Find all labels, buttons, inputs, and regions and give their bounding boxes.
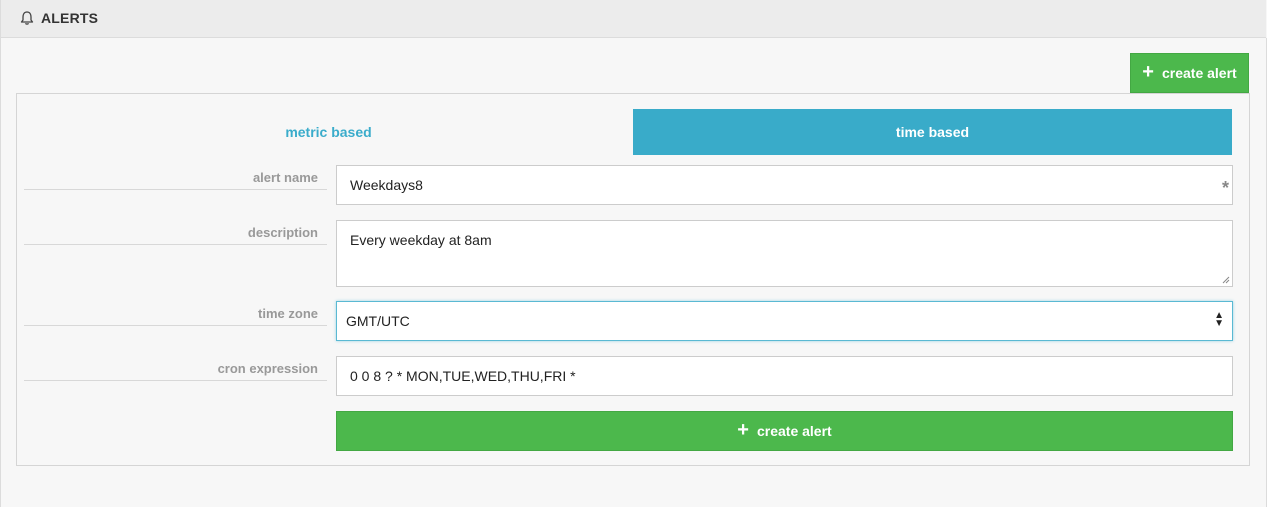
cron-expression-value: 0 0 8 ? * MON,TUE,WED,THU,FRI *	[350, 368, 576, 384]
divider	[24, 325, 327, 326]
create-alert-submit-label: create alert	[756, 423, 832, 439]
cron-expression-input[interactable]: 0 0 8 ? * MON,TUE,WED,THU,FRI *	[336, 356, 1233, 396]
bell-icon	[20, 11, 34, 25]
divider	[24, 244, 327, 245]
create-alert-label: create alert	[1161, 65, 1237, 81]
divider	[24, 189, 327, 190]
resize-handle-icon[interactable]	[1222, 276, 1230, 284]
tab-metric-based[interactable]: metric based	[24, 109, 633, 155]
time-zone-label: time zone	[258, 306, 318, 321]
create-alert-button[interactable]: + create alert	[336, 411, 1233, 451]
plus-icon: +	[737, 419, 749, 441]
cron-expression-label: cron expression	[217, 361, 318, 376]
create-alert-button-top[interactable]: + create alert	[1130, 53, 1249, 93]
description-label: description	[247, 225, 318, 240]
tab-time-based[interactable]: time based	[633, 109, 1232, 155]
page-header: ALERTS	[0, 0, 1266, 38]
alert-name-label: alert name	[252, 170, 318, 185]
required-icon: *	[1221, 178, 1229, 198]
divider	[24, 380, 327, 381]
description-textarea[interactable]: Every weekday at 8am	[336, 220, 1233, 287]
description-value: Every weekday at 8am	[350, 232, 492, 248]
alert-name-input[interactable]: Weekdays8 *	[336, 165, 1233, 205]
page-title: ALERTS	[41, 10, 99, 26]
time-zone-select[interactable]: GMT/UTC ▲ ▼	[336, 301, 1233, 341]
plus-icon: +	[1142, 61, 1154, 83]
alert-name-value: Weekdays8	[350, 177, 423, 193]
select-arrows-icon: ▲ ▼	[1214, 310, 1224, 329]
time-zone-value: GMT/UTC	[346, 313, 410, 329]
